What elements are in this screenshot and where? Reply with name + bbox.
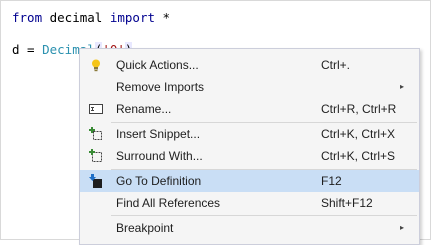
menu-item-quick-actions[interactable]: Quick Actions... Ctrl+. [80,54,419,76]
find-all-references-label: Find All References [116,196,221,210]
go-to-definition-label: Go To Definition [116,174,202,188]
insert-snippet-shortcut: Ctrl+K, Ctrl+X [321,127,396,141]
menu-item-surround-with[interactable]: Surround With... Ctrl+K, Ctrl+S [80,145,419,167]
keyword-import: import [109,10,155,25]
lightbulb-icon [89,58,103,72]
code-line-import[interactable]: from decimal import * [12,10,170,26]
keyword-from: from [12,10,43,25]
quick-actions-shortcut: Ctrl+. [321,58,351,72]
surround-with-icon [89,149,103,163]
menu-item-find-all-references[interactable]: Find All References Shift+F12 [80,192,419,214]
surround-with-label: Surround With... [116,149,203,163]
import-star: * [155,10,171,25]
menu-item-rename[interactable]: Rename... Ctrl+R, Ctrl+R [80,98,419,120]
rename-shortcut: Ctrl+R, Ctrl+R [321,102,397,116]
menu-separator [111,215,417,216]
insert-snippet-icon [89,127,103,141]
menu-item-go-to-definition[interactable]: Go To Definition F12 [80,170,419,192]
submenu-arrow-icon: ▸ [400,82,405,91]
context-menu: Quick Actions... Ctrl+. Remove Imports ▸… [79,48,420,245]
quick-actions-label: Quick Actions... [116,58,199,72]
rename-label: Rename... [116,102,172,116]
surround-with-shortcut: Ctrl+K, Ctrl+S [321,149,396,163]
submenu-arrow-icon: ▸ [400,223,405,232]
insert-snippet-label: Insert Snippet... [116,127,201,141]
menu-item-insert-snippet[interactable]: Insert Snippet... Ctrl+K, Ctrl+X [80,123,419,145]
breakpoint-label: Breakpoint [116,221,174,235]
assignment-prefix: d = [12,42,43,57]
go-to-definition-shortcut: F12 [321,174,342,188]
menu-item-remove-imports[interactable]: Remove Imports ▸ [80,76,419,98]
remove-imports-label: Remove Imports [116,80,205,94]
find-all-references-shortcut: Shift+F12 [321,196,373,210]
menu-item-breakpoint[interactable]: Breakpoint ▸ [80,217,419,239]
module-name: decimal [42,10,110,25]
rename-icon [89,102,103,116]
go-to-definition-icon [89,174,103,188]
